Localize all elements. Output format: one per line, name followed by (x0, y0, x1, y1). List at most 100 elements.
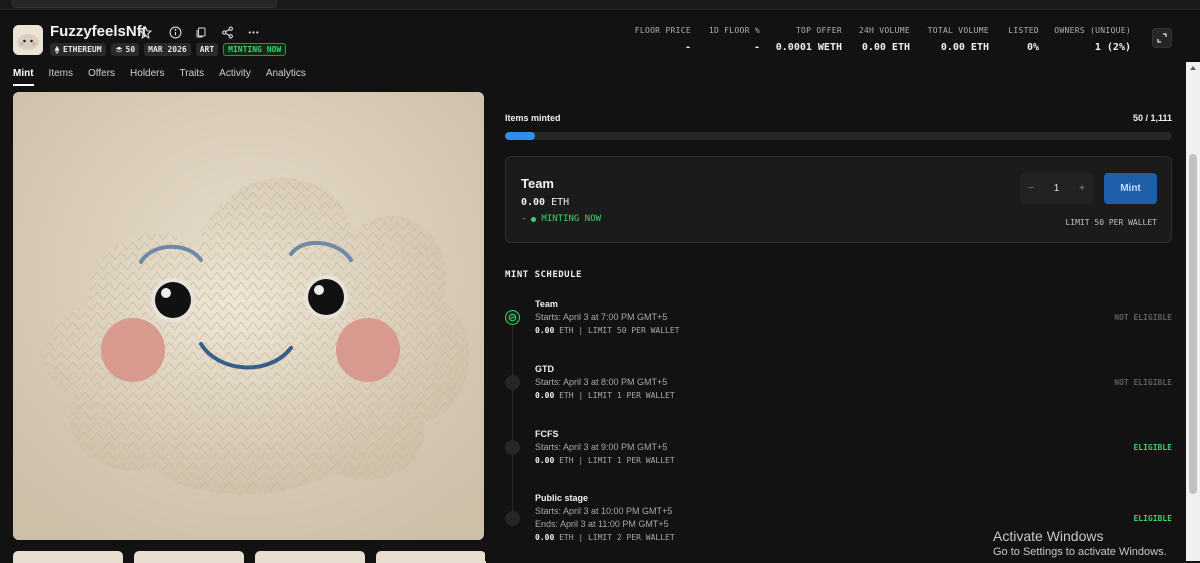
stage-node-icon (505, 440, 520, 455)
activate-subtitle: Go to Settings to activate Windows. (993, 546, 1167, 558)
items-minted-label: Items minted (505, 113, 561, 123)
share-icon[interactable] (219, 24, 235, 40)
stage-name: Team (535, 299, 558, 309)
quantity-value[interactable]: 1 (1054, 183, 1060, 194)
stage-detail: 0.00 ETH | LIMIT 1 PER WALLET (535, 456, 675, 465)
stage-limit: ETH | LIMIT 2 PER WALLET (554, 533, 675, 542)
collection-stats: FLOOR PRICE - 1D FLOOR % - TOP OFFER 0.0… (620, 26, 1131, 53)
copy-icon[interactable] (193, 24, 209, 40)
thumbnail[interactable] (13, 551, 123, 563)
live-dot-icon (531, 216, 537, 222)
stat-value: 0.00 ETH (940, 42, 989, 53)
thumbnail[interactable] (134, 551, 244, 563)
current-stage-status: - MINTING NOW (521, 214, 601, 224)
stage-node-icon (505, 375, 520, 390)
mint-schedule-title: MINT SCHEDULE (505, 270, 582, 280)
stat-value: 0.0001 WETH (775, 42, 842, 53)
expand-icon (1157, 33, 1167, 43)
stage-limit: ETH | LIMIT 1 PER WALLET (554, 456, 675, 465)
activate-title: Activate Windows (993, 528, 1104, 544)
stat-owners: OWNERS (UNIQUE) 1 (2%) (1039, 26, 1131, 53)
mint-button[interactable]: Mint (1104, 173, 1157, 204)
current-stage-card: Team 0.00 ETH - MINTING NOW − 1 + Mint L… (505, 156, 1172, 243)
stage-price: 0.00 (535, 456, 555, 465)
stat-floor-price: FLOOR PRICE - (620, 26, 691, 53)
minting-status-badge: MINTING NOW (223, 43, 287, 56)
stat-top-offer: TOP OFFER 0.0001 WETH (760, 26, 842, 53)
stage-price: 0.00 (535, 533, 555, 542)
tab-mint[interactable]: Mint (13, 68, 34, 86)
scroll-up-icon[interactable] (1190, 66, 1196, 70)
chain-label: ETHEREUM (63, 45, 102, 54)
stage-start: Starts: April 3 at 10:00 PM GMT+5 (535, 506, 673, 516)
stage-eligibility: NOT ELIGIBLE (1114, 378, 1172, 387)
price-currency: ETH (551, 197, 570, 208)
tab-holders[interactable]: Holders (130, 68, 164, 86)
stat-value: - (753, 42, 760, 53)
page-scrollbar[interactable] (1186, 62, 1200, 561)
stage-eligibility: ELIGIBLE (1133, 443, 1172, 452)
tab-items[interactable]: Items (49, 68, 73, 86)
stat-label: TOP OFFER (795, 26, 842, 35)
stat-label: FLOOR PRICE (634, 26, 691, 35)
current-stage-name: Team (521, 176, 554, 191)
star-icon[interactable] (137, 24, 153, 40)
stage-start: Starts: April 3 at 7:00 PM GMT+5 (535, 312, 668, 322)
date-badge: MAR 2026 (144, 43, 191, 56)
scrollbar-thumb[interactable] (1189, 154, 1197, 494)
tab-activity[interactable]: Activity (219, 68, 251, 86)
browser-tab-stub[interactable] (12, 0, 277, 8)
stage-eligibility: NOT ELIGIBLE (1114, 313, 1172, 322)
thumbnail-strip (13, 551, 486, 563)
current-stage-price: 0.00 ETH (521, 197, 569, 208)
items-minted-count: 50 / 1,111 (1132, 113, 1172, 123)
collection-artwork[interactable] (13, 92, 484, 540)
info-icon[interactable] (167, 24, 183, 40)
stage-end: Ends: April 3 at 11:00 PM GMT+5 (535, 519, 669, 529)
price-value: 0.00 (521, 197, 546, 208)
collection-tabs: Mint Items Offers Holders Traits Activit… (13, 68, 306, 86)
status-text: MINTING NOW (541, 214, 602, 224)
tab-offers[interactable]: Offers (88, 68, 115, 86)
decrement-button[interactable]: − (1028, 183, 1034, 194)
status-dash: - (521, 214, 527, 224)
layers-icon (115, 46, 122, 52)
collection-name: FuzzyfeelsNft (50, 23, 147, 40)
stage-detail: 0.00 ETH | LIMIT 2 PER WALLET (535, 533, 675, 542)
stat-label: 24H VOLUME (858, 26, 910, 35)
stage-price: 0.00 (535, 391, 555, 400)
stat-listed: LISTED 0% (989, 26, 1039, 53)
stage-name: GTD (535, 364, 554, 374)
stat-label: LISTED (1008, 26, 1039, 35)
collection-header: FuzzyfeelsNft ETHEREUM 50 MAR 2026 ART M… (0, 11, 1186, 92)
tab-analytics[interactable]: Analytics (266, 68, 306, 86)
browser-top-strip (0, 0, 1200, 10)
stage-start: Starts: April 3 at 8:00 PM GMT+5 (535, 377, 668, 387)
mint-progress-bar (505, 132, 1172, 140)
stage-active-icon (505, 310, 520, 325)
wallet-limit: LIMIT 50 PER WALLET (1065, 218, 1157, 227)
tab-traits[interactable]: Traits (180, 68, 205, 86)
thumbnail[interactable] (255, 551, 365, 563)
stage-price: 0.00 (535, 326, 555, 335)
stat-label: 1D FLOOR % (708, 26, 760, 35)
more-icon[interactable] (245, 24, 261, 40)
stat-1d-floor: 1D FLOOR % - (691, 26, 760, 53)
windows-activation-watermark: Activate Windows Go to Settings to activ… (993, 528, 1167, 558)
stage-eligibility: ELIGIBLE (1133, 514, 1172, 523)
mint-progress-fill (505, 132, 535, 140)
stage-name: FCFS (535, 429, 559, 439)
thumbnail[interactable] (376, 551, 486, 563)
stat-label: TOTAL VOLUME (927, 26, 989, 35)
stat-value: 0.00 ETH (861, 42, 910, 53)
collection-avatar (13, 25, 43, 55)
stage-limit: ETH | LIMIT 50 PER WALLET (554, 326, 680, 335)
stage-detail: 0.00 ETH | LIMIT 1 PER WALLET (535, 391, 675, 400)
expand-button[interactable] (1152, 28, 1172, 48)
timeline-line (512, 324, 513, 524)
ethereum-icon (54, 45, 60, 54)
stat-label: OWNERS (UNIQUE) (1054, 26, 1131, 35)
quantity-stepper: − 1 + (1020, 173, 1093, 204)
supply-badge: 50 (110, 43, 140, 56)
increment-button[interactable]: + (1079, 183, 1085, 194)
